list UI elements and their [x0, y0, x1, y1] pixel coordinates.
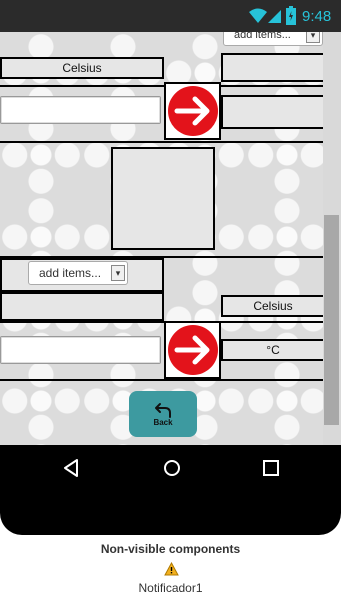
- divider: [0, 141, 323, 143]
- phone-device: 9:48 add items... ▾ Celsius add items...…: [0, 0, 341, 535]
- back-triangle-icon[interactable]: [63, 459, 79, 482]
- top-dropdown[interactable]: add items... ▾: [223, 32, 323, 46]
- signal-icon: [268, 8, 282, 29]
- result-label-2-text: °C: [266, 343, 280, 357]
- divider: [0, 321, 323, 323]
- arrow-right-icon: [167, 325, 218, 375]
- result-label: [221, 95, 325, 129]
- temperature-input[interactable]: [0, 96, 161, 124]
- app-screen: add items... ▾ Celsius add items... ▾ Ce…: [0, 32, 341, 445]
- wifi-icon: [249, 8, 267, 29]
- convert-button[interactable]: [164, 82, 221, 140]
- component-notificador1[interactable]: Notificador1: [0, 581, 341, 595]
- nonvisible-title: Non-visible components: [100, 542, 241, 556]
- celsius-label-2: Celsius: [221, 295, 325, 317]
- back-arrow-icon: [155, 402, 171, 418]
- unit-dropdown[interactable]: add items... ▾: [28, 261, 128, 285]
- recents-square-icon[interactable]: [263, 460, 279, 481]
- chevron-down-icon: ▾: [111, 265, 125, 281]
- dropdown-text: add items...: [39, 266, 102, 280]
- navigation-bar: [0, 445, 341, 491]
- divider: [0, 379, 323, 381]
- warning-icon: [164, 561, 179, 581]
- celsius-label-text: Celsius: [62, 61, 102, 75]
- unit-label-right: [221, 53, 325, 82]
- arrow-right-icon: [167, 86, 218, 136]
- image-placeholder: [111, 147, 215, 250]
- dropdown-text: add items...: [234, 32, 291, 41]
- nonvisible-components-panel: Non-visible components Notificador1: [0, 535, 341, 600]
- battery-icon: [286, 6, 296, 30]
- home-circle-icon[interactable]: [163, 459, 181, 482]
- result-label-2: °C: [221, 339, 325, 361]
- back-button[interactable]: Back: [129, 391, 197, 437]
- empty-label: [0, 292, 164, 321]
- celsius-label-2-text: Celsius: [253, 299, 293, 313]
- chevron-down-icon: ▾: [306, 32, 320, 43]
- clock: 9:48: [302, 8, 332, 25]
- celsius-label: Celsius: [0, 57, 164, 79]
- temperature-input-2[interactable]: [0, 336, 161, 364]
- scrollbar-thumb[interactable]: [324, 215, 339, 425]
- convert-button-2[interactable]: [164, 321, 221, 379]
- back-button-label: Back: [153, 417, 173, 427]
- divider: [0, 85, 323, 87]
- status-bar: 9:48: [0, 0, 341, 32]
